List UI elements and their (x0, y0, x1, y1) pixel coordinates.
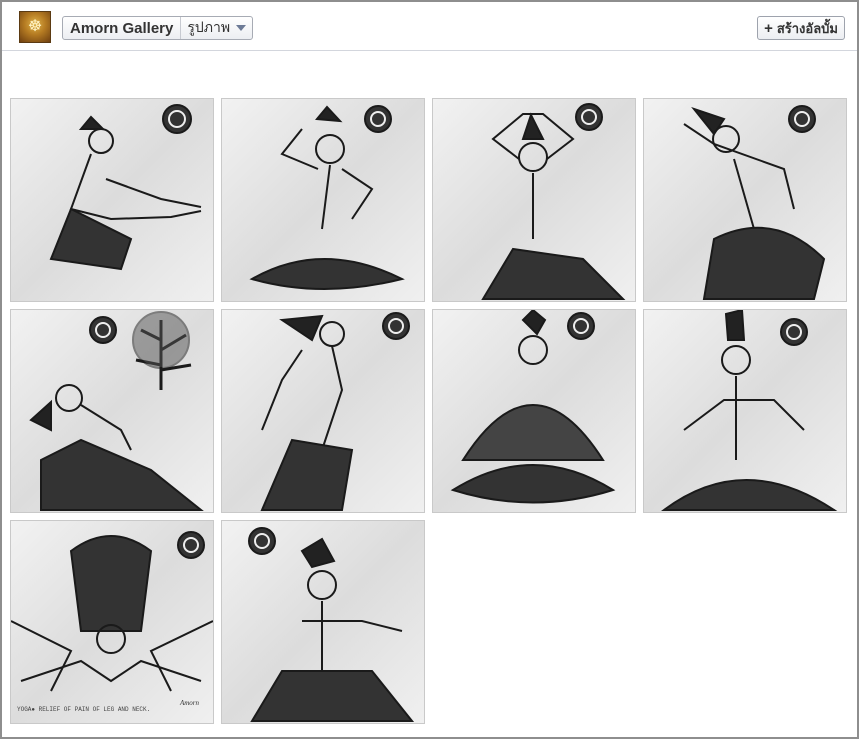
create-album-button[interactable]: + สร้างอัลบั้ม (757, 16, 845, 40)
photo-thumbnail[interactable]: YOGA● RELIEF OF PAIN OF LEG AND NECK. Am… (10, 520, 214, 724)
photo-thumbnail[interactable] (221, 98, 425, 302)
create-album-label: สร้างอัลบั้ม (776, 20, 838, 36)
photo-thumbnail[interactable] (643, 98, 847, 302)
yoga-figure-illustration (11, 531, 213, 692)
yoga-figure-illustration (29, 311, 204, 511)
photo-thumbnail[interactable] (221, 309, 425, 513)
yoga-figure-illustration (260, 312, 410, 511)
gallery-frame: ☸ Amorn Gallery รูปภาพ + สร้างอัลบั้ม YO… (0, 0, 859, 739)
page-name-link[interactable]: Amorn Gallery (63, 17, 182, 39)
photo-thumbnail[interactable] (221, 520, 425, 724)
yoga-figure-illustration (248, 527, 415, 722)
photo-thumbnail[interactable] (643, 309, 847, 513)
yoga-figure-illustration (450, 310, 616, 504)
photo-caption: YOGA● RELIEF OF PAIN OF LEG AND NECK. (17, 706, 151, 713)
section-selector[interactable]: รูปภาพ (181, 17, 252, 39)
yoga-figure-illustration (249, 105, 405, 290)
photo-thumbnail[interactable] (10, 309, 214, 513)
yoga-figure-illustration (49, 104, 202, 271)
top-bar: ☸ Amorn Gallery รูปภาพ + สร้างอัลบั้ม (2, 2, 857, 51)
yoga-figure-illustration (481, 103, 626, 300)
yoga-figure-illustration (660, 310, 838, 511)
photo-thumbnail[interactable] (432, 98, 636, 302)
breadcrumb: Amorn Gallery รูปภาพ (62, 16, 254, 40)
photo-thumbnail[interactable] (10, 98, 214, 302)
buddha-icon: ☸ (27, 18, 43, 35)
chevron-down-icon (236, 25, 247, 31)
plus-icon: + (764, 19, 773, 37)
page-avatar[interactable]: ☸ (19, 11, 51, 43)
photo-thumbnail[interactable] (432, 309, 636, 513)
yoga-figure-illustration (683, 105, 826, 300)
section-label: รูปภาพ (187, 19, 231, 35)
artist-signature: Amorn (179, 699, 199, 707)
